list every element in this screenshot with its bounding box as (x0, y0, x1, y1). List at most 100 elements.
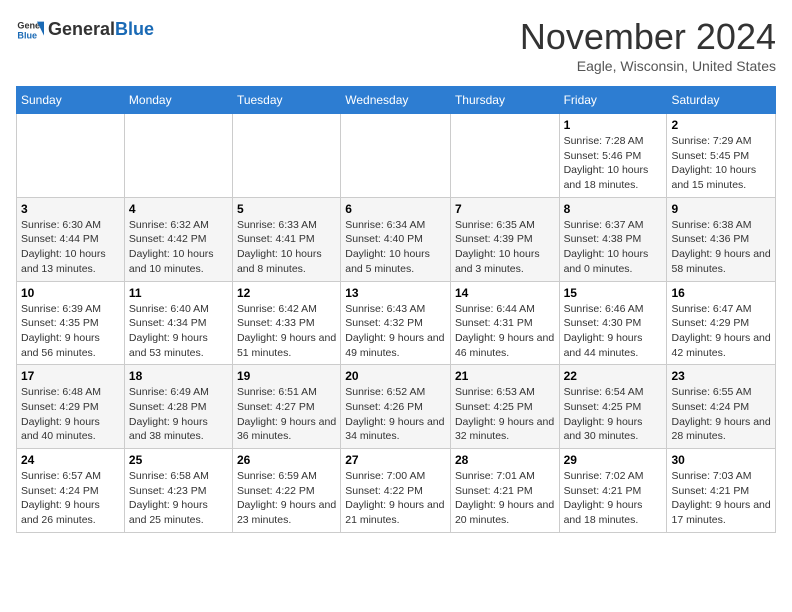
day-number: 22 (564, 369, 663, 383)
weekday-header: Wednesday (341, 87, 451, 114)
weekday-header: Saturday (667, 87, 776, 114)
calendar-cell: 1 Sunrise: 7:28 AMSunset: 5:46 PMDaylight… (559, 114, 667, 198)
day-number: 1 (564, 118, 663, 132)
calendar-cell: 5 Sunrise: 6:33 AMSunset: 4:41 PMDaylight… (232, 197, 340, 281)
day-number: 2 (671, 118, 771, 132)
day-info: Sunrise: 6:38 AMSunset: 4:36 PMDaylight:… (671, 218, 771, 277)
day-number: 8 (564, 202, 663, 216)
day-number: 25 (129, 453, 228, 467)
day-number: 6 (345, 202, 446, 216)
calendar-cell: 4 Sunrise: 6:32 AMSunset: 4:42 PMDaylight… (124, 197, 232, 281)
calendar-cell: 16 Sunrise: 6:47 AMSunset: 4:29 PMDayligh… (667, 281, 776, 365)
day-info: Sunrise: 6:58 AMSunset: 4:23 PMDaylight:… (129, 469, 228, 528)
day-number: 29 (564, 453, 663, 467)
day-number: 27 (345, 453, 446, 467)
logo-general-text: General (48, 19, 115, 39)
day-info: Sunrise: 7:29 AMSunset: 5:45 PMDaylight:… (671, 134, 771, 193)
day-number: 30 (671, 453, 771, 467)
calendar-week-row: 24 Sunrise: 6:57 AMSunset: 4:24 PMDayligh… (17, 449, 776, 533)
day-info: Sunrise: 6:40 AMSunset: 4:34 PMDaylight:… (129, 302, 228, 361)
calendar-cell: 21Sunrise: 6:53 AMSunset: 4:25 PMDayligh… (450, 365, 559, 449)
day-info: Sunrise: 6:52 AMSunset: 4:26 PMDaylight:… (345, 385, 446, 444)
calendar-cell: 24 Sunrise: 6:57 AMSunset: 4:24 PMDayligh… (17, 449, 125, 533)
month-title: November 2024 (520, 16, 776, 58)
day-info: Sunrise: 6:59 AMSunset: 4:22 PMDaylight:… (237, 469, 336, 528)
day-info: Sunrise: 6:55 AMSunset: 4:24 PMDaylight:… (671, 385, 771, 444)
calendar-week-row: 17 Sunrise: 6:48 AMSunset: 4:29 PMDayligh… (17, 365, 776, 449)
calendar-cell (17, 114, 125, 198)
day-number: 15 (564, 286, 663, 300)
calendar-cell: 27 Sunrise: 7:00 AMSunset: 4:22 PMDayligh… (341, 449, 451, 533)
calendar-cell: 10 Sunrise: 6:39 AMSunset: 4:35 PMDayligh… (17, 281, 125, 365)
day-number: 26 (237, 453, 336, 467)
calendar-cell: 15 Sunrise: 6:46 AMSunset: 4:30 PMDayligh… (559, 281, 667, 365)
day-info: Sunrise: 7:03 AMSunset: 4:21 PMDaylight:… (671, 469, 771, 528)
calendar-week-row: 10 Sunrise: 6:39 AMSunset: 4:35 PMDayligh… (17, 281, 776, 365)
logo-blue-text: Blue (115, 19, 154, 39)
day-info: Sunrise: 6:44 AMSunset: 4:31 PMDaylight:… (455, 302, 555, 361)
day-info: Sunrise: 7:28 AMSunset: 5:46 PMDaylight:… (564, 134, 663, 193)
day-number: 19 (237, 369, 336, 383)
calendar-cell: 2 Sunrise: 7:29 AMSunset: 5:45 PMDaylight… (667, 114, 776, 198)
calendar-cell: 12Sunrise: 6:42 AMSunset: 4:33 PMDayligh… (232, 281, 340, 365)
day-info: Sunrise: 6:47 AMSunset: 4:29 PMDaylight:… (671, 302, 771, 361)
calendar-cell: 23 Sunrise: 6:55 AMSunset: 4:24 PMDayligh… (667, 365, 776, 449)
day-info: Sunrise: 7:00 AMSunset: 4:22 PMDaylight:… (345, 469, 446, 528)
day-number: 5 (237, 202, 336, 216)
day-info: Sunrise: 6:46 AMSunset: 4:30 PMDaylight:… (564, 302, 663, 361)
calendar-cell: 3 Sunrise: 6:30 AMSunset: 4:44 PMDaylight… (17, 197, 125, 281)
day-info: Sunrise: 6:53 AMSunset: 4:25 PMDaylight:… (455, 385, 555, 444)
day-number: 4 (129, 202, 228, 216)
day-number: 12 (237, 286, 336, 300)
calendar-cell (341, 114, 451, 198)
day-info: Sunrise: 6:35 AMSunset: 4:39 PMDaylight:… (455, 218, 555, 277)
calendar-cell: 7 Sunrise: 6:35 AMSunset: 4:39 PMDaylight… (450, 197, 559, 281)
day-number: 3 (21, 202, 120, 216)
day-number: 11 (129, 286, 228, 300)
svg-text:Blue: Blue (17, 30, 37, 40)
day-info: Sunrise: 6:48 AMSunset: 4:29 PMDaylight:… (21, 385, 120, 444)
title-area: November 2024 Eagle, Wisconsin, United S… (520, 16, 776, 74)
logo-icon: General Blue (16, 16, 44, 44)
day-number: 14 (455, 286, 555, 300)
day-info: Sunrise: 6:30 AMSunset: 4:44 PMDaylight:… (21, 218, 120, 277)
calendar-cell: 11 Sunrise: 6:40 AMSunset: 4:34 PMDayligh… (124, 281, 232, 365)
calendar-table: SundayMondayTuesdayWednesdayThursdayFrid… (16, 86, 776, 533)
day-info: Sunrise: 6:32 AMSunset: 4:42 PMDaylight:… (129, 218, 228, 277)
day-info: Sunrise: 7:02 AMSunset: 4:21 PMDaylight:… (564, 469, 663, 528)
weekday-header-row: SundayMondayTuesdayWednesdayThursdayFrid… (17, 87, 776, 114)
day-number: 17 (21, 369, 120, 383)
calendar-cell: 13 Sunrise: 6:43 AMSunset: 4:32 PMDayligh… (341, 281, 451, 365)
day-number: 24 (21, 453, 120, 467)
calendar-week-row: 1 Sunrise: 7:28 AMSunset: 5:46 PMDaylight… (17, 114, 776, 198)
calendar-cell: 26 Sunrise: 6:59 AMSunset: 4:22 PMDayligh… (232, 449, 340, 533)
page-header: General Blue GeneralBlue November 2024 E… (16, 16, 776, 74)
calendar-cell: 22Sunrise: 6:54 AMSunset: 4:25 PMDayligh… (559, 365, 667, 449)
day-number: 13 (345, 286, 446, 300)
weekday-header: Thursday (450, 87, 559, 114)
day-info: Sunrise: 6:33 AMSunset: 4:41 PMDaylight:… (237, 218, 336, 277)
calendar-cell: 19 Sunrise: 6:51 AMSunset: 4:27 PMDayligh… (232, 365, 340, 449)
calendar-cell: 28Sunrise: 7:01 AMSunset: 4:21 PMDayligh… (450, 449, 559, 533)
weekday-header: Sunday (17, 87, 125, 114)
day-number: 10 (21, 286, 120, 300)
calendar-week-row: 3 Sunrise: 6:30 AMSunset: 4:44 PMDaylight… (17, 197, 776, 281)
weekday-header: Tuesday (232, 87, 340, 114)
day-number: 7 (455, 202, 555, 216)
calendar-cell: 25 Sunrise: 6:58 AMSunset: 4:23 PMDayligh… (124, 449, 232, 533)
day-number: 18 (129, 369, 228, 383)
day-info: Sunrise: 7:01 AMSunset: 4:21 PMDaylight:… (455, 469, 555, 528)
logo: General Blue GeneralBlue (16, 16, 154, 44)
location-text: Eagle, Wisconsin, United States (520, 58, 776, 74)
day-info: Sunrise: 6:37 AMSunset: 4:38 PMDaylight:… (564, 218, 663, 277)
calendar-cell: 14 Sunrise: 6:44 AMSunset: 4:31 PMDayligh… (450, 281, 559, 365)
day-number: 23 (671, 369, 771, 383)
day-number: 16 (671, 286, 771, 300)
calendar-cell: 8 Sunrise: 6:37 AMSunset: 4:38 PMDaylight… (559, 197, 667, 281)
calendar-cell: 30 Sunrise: 7:03 AMSunset: 4:21 PMDayligh… (667, 449, 776, 533)
calendar-cell: 6Sunrise: 6:34 AMSunset: 4:40 PMDaylight… (341, 197, 451, 281)
day-info: Sunrise: 6:39 AMSunset: 4:35 PMDaylight:… (21, 302, 120, 361)
day-info: Sunrise: 6:43 AMSunset: 4:32 PMDaylight:… (345, 302, 446, 361)
day-info: Sunrise: 6:51 AMSunset: 4:27 PMDaylight:… (237, 385, 336, 444)
day-info: Sunrise: 6:57 AMSunset: 4:24 PMDaylight:… (21, 469, 120, 528)
